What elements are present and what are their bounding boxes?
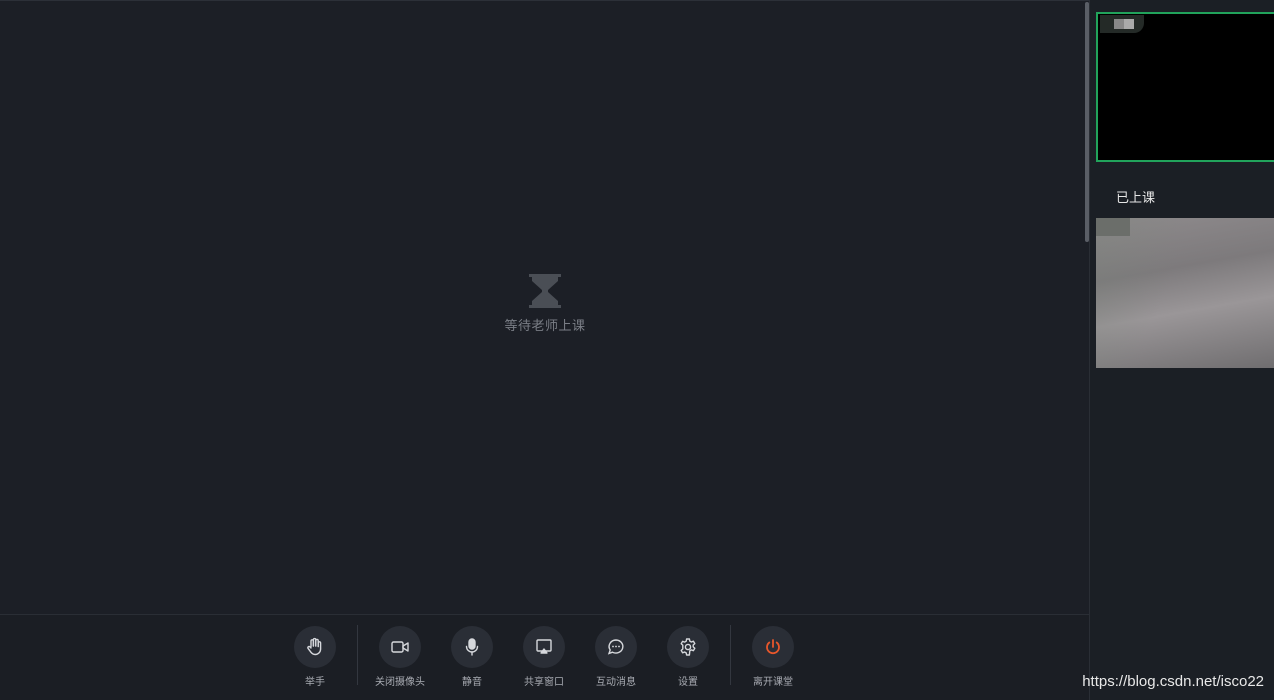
- mute-button[interactable]: 静音: [436, 626, 508, 688]
- settings-button[interactable]: 设置: [652, 626, 724, 688]
- camera-icon: [391, 641, 409, 653]
- teacher-video-tile[interactable]: [1096, 12, 1274, 162]
- leave-classroom-label: 离开课堂: [753, 677, 793, 688]
- settings-label: 设置: [678, 677, 698, 688]
- share-window-label: 共享窗口: [524, 677, 564, 688]
- hand-icon: [307, 637, 322, 656]
- microphone-icon: [465, 638, 479, 656]
- raise-hand-label: 举手: [305, 677, 325, 688]
- participants-sidebar: 已上课: [1089, 0, 1274, 700]
- classroom-window: 等待老师上课 举手 关闭摄像头 静音 共享窗口 互动消息 设置 离开课堂 已上课…: [0, 0, 1274, 700]
- camera-toggle-label: 关闭摄像头: [375, 677, 425, 688]
- toolbar-divider: [357, 625, 358, 685]
- hourglass-icon: [529, 274, 561, 308]
- interactive-messages-button[interactable]: 互动消息: [580, 626, 652, 688]
- watermark-url: https://blog.csdn.net/isco22: [1082, 673, 1264, 690]
- class-status-label: 已上课: [1116, 191, 1156, 206]
- avatar: [1100, 15, 1144, 33]
- camera-toggle-button[interactable]: 关闭摄像头: [364, 626, 436, 688]
- leave-classroom-button[interactable]: 离开课堂: [737, 626, 809, 688]
- interactive-messages-label: 互动消息: [596, 677, 636, 688]
- main-video-stage: 等待老师上课: [0, 0, 1089, 614]
- waiting-indicator: 等待老师上课: [445, 273, 645, 334]
- mute-label: 静音: [462, 677, 482, 688]
- share-window-button[interactable]: 共享窗口: [508, 626, 580, 688]
- bottom-toolbar: 举手 关闭摄像头 静音 共享窗口 互动消息 设置 离开课堂: [0, 614, 1089, 700]
- gear-icon: [680, 638, 696, 656]
- raise-hand-button[interactable]: 举手: [279, 626, 351, 688]
- waiting-text: 等待老师上课: [504, 319, 586, 334]
- screen-share-icon: [536, 639, 552, 654]
- student-video-tile[interactable]: [1096, 218, 1274, 368]
- toolbar-divider: [730, 625, 731, 685]
- power-icon: [766, 639, 780, 655]
- avatar: [1096, 218, 1130, 236]
- chat-bubble-icon: [607, 639, 624, 655]
